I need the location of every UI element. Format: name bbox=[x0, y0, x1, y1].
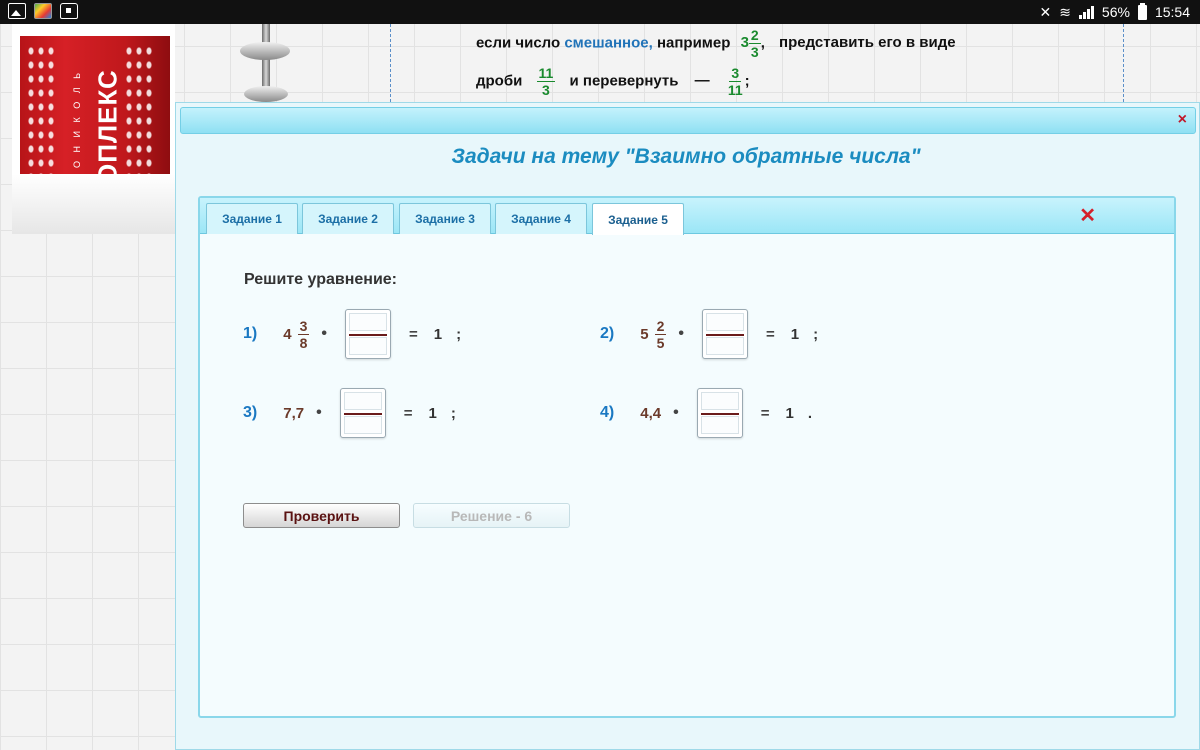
equation-number: 4) bbox=[600, 404, 615, 421]
numerator-field[interactable] bbox=[700, 392, 739, 410]
panel-close-icon[interactable]: ✕ bbox=[1079, 206, 1096, 226]
answer-fraction-input[interactable] bbox=[344, 309, 391, 359]
shopping-bag-icon bbox=[60, 3, 78, 19]
numerator-field[interactable] bbox=[348, 313, 387, 331]
modal-title: Задачи на тему "Взаимно обратные числа" bbox=[451, 145, 921, 168]
equation-2: 2) 5 25 • = 1 ; bbox=[600, 307, 818, 361]
denominator-field[interactable] bbox=[700, 416, 739, 434]
coefficient: 7,7 bbox=[283, 404, 305, 422]
status-bar: ✕ ≋ 56% 15:54 bbox=[0, 0, 1200, 24]
system-icons: ✕ ≋ 56% 15:54 bbox=[1039, 2, 1190, 21]
equation-4: 4) 4,4 • = 1 . bbox=[600, 386, 812, 440]
background-line-2: дроби 11 3 и перевернуть — 3 11; bbox=[476, 65, 750, 98]
battery-icon bbox=[1137, 2, 1147, 20]
equals-sign: = bbox=[765, 325, 775, 343]
solution-button[interactable]: Решение - 6 bbox=[413, 503, 570, 528]
equals-sign: = bbox=[760, 404, 770, 422]
equation-number: 1) bbox=[243, 325, 258, 342]
answer-fraction-input[interactable] bbox=[339, 388, 386, 438]
rhs-value: 1 bbox=[785, 404, 794, 422]
signal-icon bbox=[1078, 5, 1094, 19]
answer-fraction-input[interactable] bbox=[696, 388, 743, 438]
equals-sign: = bbox=[403, 404, 413, 422]
equation-1: 1) 4 38 • = 1 ; bbox=[243, 307, 461, 361]
tab-task-5[interactable]: Задание 5 bbox=[592, 203, 684, 235]
dashed-divider bbox=[390, 24, 391, 102]
modal-title-bar: × bbox=[180, 107, 1196, 134]
rhs-value: 1 bbox=[428, 404, 437, 422]
tab-bar: Задание 1 Задание 2 Задание 3 Задание 4 … bbox=[200, 198, 1174, 235]
denominator-field[interactable] bbox=[348, 337, 387, 355]
mixed-number: 4 38 bbox=[283, 317, 310, 351]
check-button[interactable]: Проверить bbox=[243, 503, 400, 528]
wifi-icon: ≋ bbox=[1059, 4, 1071, 20]
denominator-field[interactable] bbox=[705, 337, 744, 355]
multiply-sign: • bbox=[316, 404, 322, 421]
battery-percent: 56% bbox=[1101, 4, 1130, 20]
numerator-field[interactable] bbox=[705, 313, 744, 331]
tab-task-2[interactable]: Задание 2 bbox=[302, 203, 394, 234]
mute-icon: ✕ bbox=[1039, 4, 1052, 20]
multiply-sign: • bbox=[321, 325, 327, 342]
background-line-1: если число смешанное, например 323, пред… bbox=[476, 27, 956, 60]
rhs-value: 1 bbox=[433, 325, 443, 343]
coefficient: 4,4 bbox=[640, 404, 662, 422]
app-icon bbox=[34, 3, 52, 19]
clock: 15:54 bbox=[1154, 4, 1190, 20]
tab-task-1[interactable]: Задание 1 bbox=[206, 203, 298, 234]
fraction: 11 3 bbox=[536, 65, 556, 98]
notification-icons bbox=[8, 3, 78, 19]
fraction: 23 bbox=[748, 27, 761, 60]
dashed-divider bbox=[1123, 24, 1124, 102]
equation-number: 3) bbox=[243, 404, 258, 421]
equation-number: 2) bbox=[600, 325, 615, 342]
denominator-field[interactable] bbox=[343, 416, 382, 434]
answer-fraction-input[interactable] bbox=[701, 309, 748, 359]
task-heading: Решите уравнение: bbox=[244, 271, 398, 288]
modal-close-icon[interactable]: × bbox=[1178, 111, 1187, 129]
multiply-sign: • bbox=[678, 325, 684, 342]
tab-task-4[interactable]: Задание 4 bbox=[495, 203, 587, 234]
tab-task-3[interactable]: Задание 3 bbox=[399, 203, 491, 234]
multiply-sign: • bbox=[673, 404, 679, 421]
task-panel: Задание 1 Задание 2 Задание 3 Задание 4 … bbox=[198, 196, 1176, 718]
gallery-icon bbox=[8, 3, 26, 19]
numerator-field[interactable] bbox=[343, 392, 382, 410]
fraction: 3 11 bbox=[727, 65, 743, 98]
equals-sign: = bbox=[408, 325, 418, 343]
rhs-value: 1 bbox=[790, 325, 800, 343]
product-image: О Н И К О Л Ь ОПЛЕКС bbox=[12, 24, 175, 234]
mixed-number: 5 25 bbox=[640, 317, 667, 351]
pushpin-image bbox=[240, 24, 290, 104]
equation-3: 3) 7,7 • = 1 ; bbox=[243, 386, 456, 440]
